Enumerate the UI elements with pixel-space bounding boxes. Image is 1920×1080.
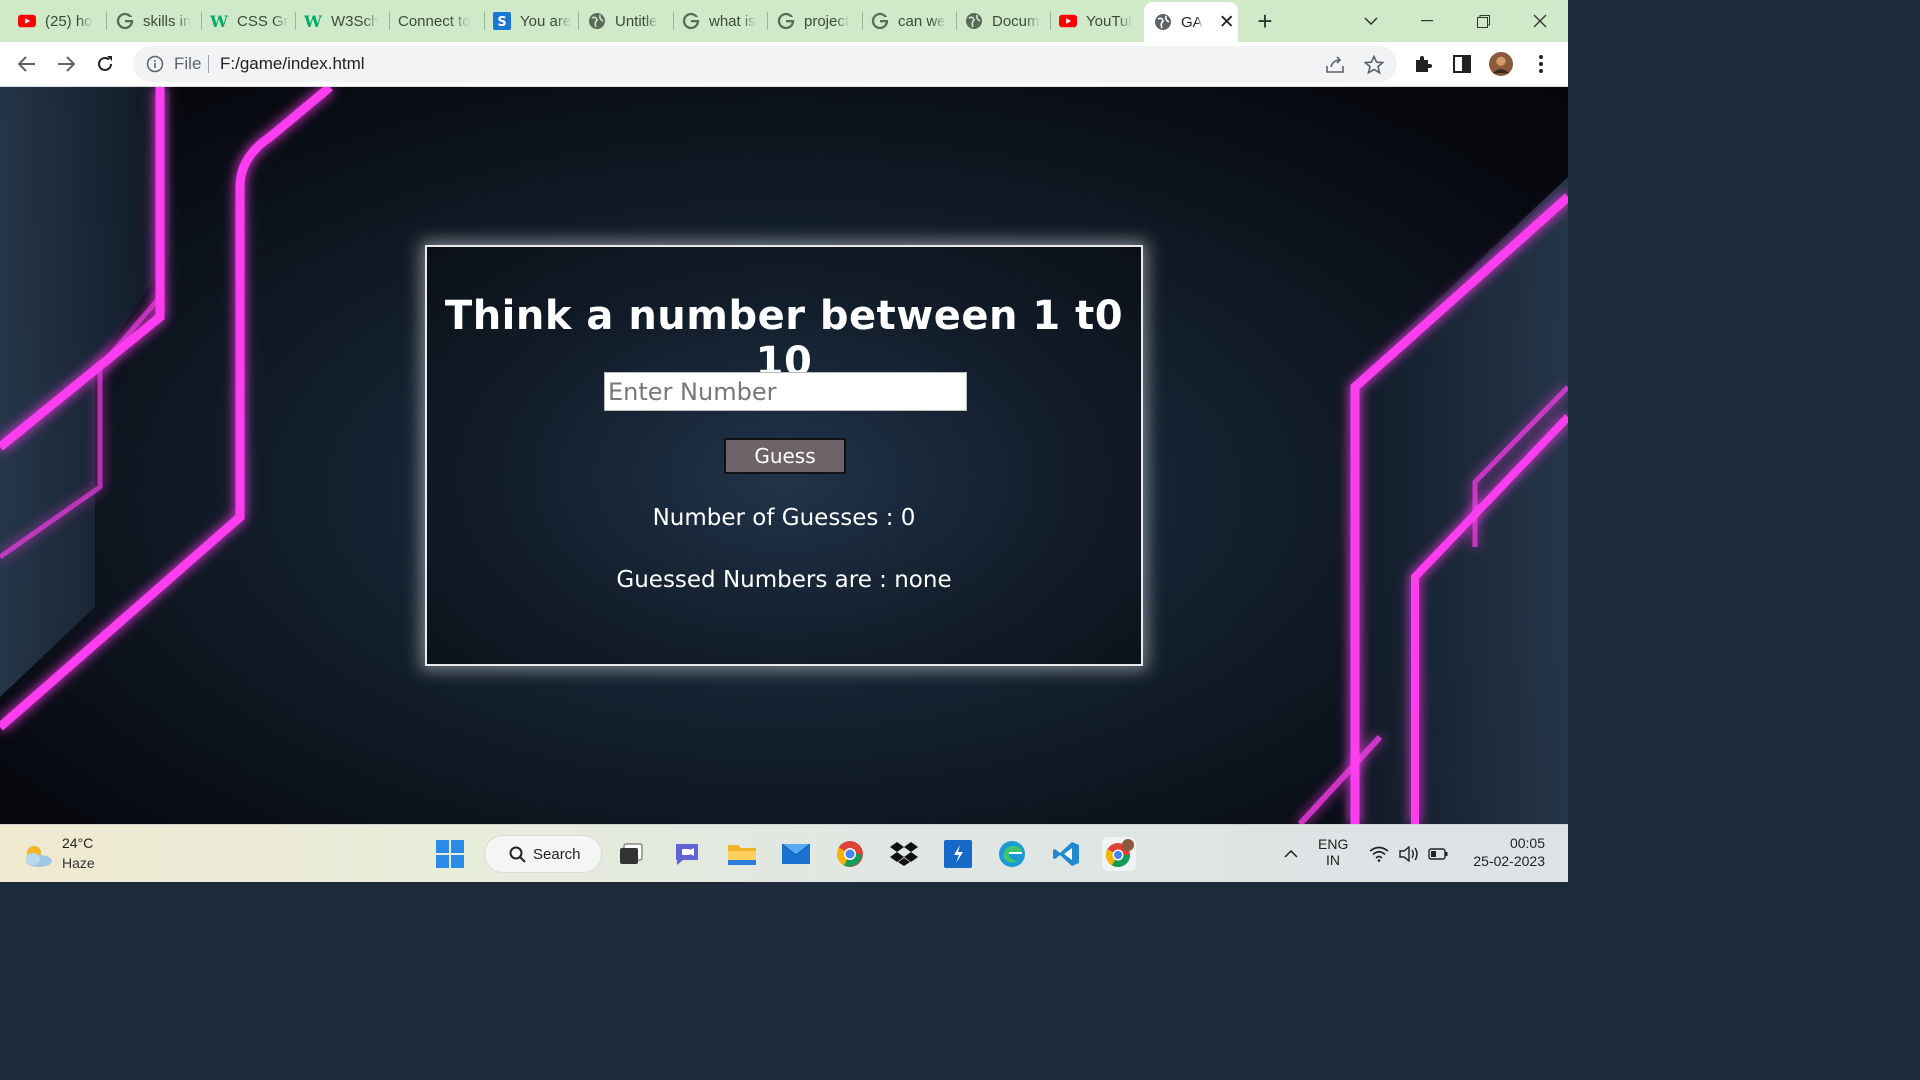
tab-google-3[interactable]: project: [777, 6, 857, 36]
tab-google-2[interactable]: what is: [682, 6, 762, 36]
tab-connect[interactable]: Connect to: [398, 6, 478, 36]
battery-icon[interactable]: [1421, 837, 1455, 871]
tab-document[interactable]: Docum: [965, 6, 1045, 36]
page-viewport: Think a number between 1 t0 10 Guess Num…: [0, 87, 1568, 824]
restore-window-button[interactable]: [1470, 8, 1496, 34]
guess-button[interactable]: Guess: [724, 438, 846, 474]
close-window-button[interactable]: [1527, 8, 1553, 34]
google-icon: [116, 12, 134, 30]
tab-active-game[interactable]: GA ✕: [1144, 2, 1238, 42]
clock-date: 25-02-2023: [1473, 853, 1545, 869]
reload-button[interactable]: [90, 49, 120, 79]
taskbar-search-box[interactable]: Search: [484, 835, 602, 873]
tray-chevron-up-icon[interactable]: [1274, 837, 1308, 871]
vscode-icon[interactable]: [1049, 837, 1083, 871]
svg-text:S: S: [497, 15, 506, 30]
taskbar-search-label: Search: [533, 846, 581, 863]
browser-menu-icon[interactable]: [1529, 52, 1553, 76]
tab-w3schools-2[interactable]: W W3Sch: [304, 6, 384, 36]
search-icon: [509, 846, 527, 869]
youtube-icon: [18, 12, 36, 30]
task-view-icon[interactable]: [614, 837, 648, 871]
guessed-numbers-text: Guessed Numbers are : none: [616, 567, 952, 593]
tab-w3schools-1[interactable]: W CSS Gr: [210, 6, 290, 36]
google-icon: [871, 12, 889, 30]
number-input[interactable]: [604, 372, 967, 411]
close-tab-icon[interactable]: ✕: [1217, 12, 1237, 33]
side-panel-icon[interactable]: [1450, 52, 1474, 76]
tab-untitled[interactable]: Untitle: [588, 6, 668, 36]
new-tab-button[interactable]: +: [1252, 6, 1278, 36]
google-icon: [777, 12, 795, 30]
wifi-icon[interactable]: [1362, 837, 1396, 871]
browser-tab-strip: (25) ho skills in W CSS Gr W W3Sch Conne…: [0, 0, 1568, 42]
forward-button[interactable]: [51, 49, 81, 79]
mail-icon[interactable]: [779, 837, 813, 871]
edge-icon[interactable]: [995, 837, 1029, 871]
globe-icon: [1154, 13, 1172, 31]
w3schools-icon: W: [210, 11, 228, 31]
start-windows-icon[interactable]: [433, 837, 467, 871]
bookmark-star-icon[interactable]: [1363, 54, 1385, 76]
app-s-icon[interactable]: [941, 837, 975, 871]
clock-time: 00:05: [1509, 835, 1545, 851]
extensions-puzzle-icon[interactable]: [1411, 52, 1435, 76]
share-icon[interactable]: [1324, 54, 1346, 76]
browser-toolbar: File F:/game/index.html: [0, 42, 1568, 87]
tab-youtube-2[interactable]: YouTul: [1059, 6, 1139, 36]
tab-you-are[interactable]: S You are: [493, 6, 573, 36]
file-explorer-icon[interactable]: [725, 837, 759, 871]
url-scheme-label: File: [174, 54, 202, 73]
windows-taskbar: 24°C Haze Search ENG IN 00:05 25-02-2023: [0, 824, 1568, 882]
back-button[interactable]: [12, 49, 42, 79]
weather-condition: Haze: [62, 855, 95, 871]
youtube-icon: [1059, 12, 1077, 30]
language-indicator[interactable]: ENG IN: [1318, 836, 1348, 868]
tab-youtube-1[interactable]: (25) ho: [18, 6, 98, 36]
globe-icon: [588, 12, 606, 30]
dropbox-icon[interactable]: [887, 837, 921, 871]
site-info-icon[interactable]: [146, 55, 164, 73]
w3schools-icon: W: [304, 11, 322, 31]
language-code: ENG: [1318, 836, 1349, 852]
chrome-icon[interactable]: [833, 837, 867, 871]
minimize-window-button[interactable]: [1414, 8, 1440, 34]
chrome-profile-icon[interactable]: [1102, 837, 1136, 871]
google-icon: [682, 12, 700, 30]
profile-avatar[interactable]: [1489, 52, 1513, 76]
s-app-icon: S: [493, 12, 511, 30]
guess-count-text: Number of Guesses : 0: [652, 505, 916, 531]
weather-temperature: 24°C: [62, 835, 94, 851]
region-code: IN: [1326, 852, 1340, 868]
weather-cloud-sun-icon: [20, 841, 54, 874]
tab-google-4[interactable]: can we: [871, 6, 951, 36]
address-bar[interactable]: File F:/game/index.html: [133, 46, 1397, 82]
globe-icon: [965, 12, 983, 30]
tab-search-chevron-icon[interactable]: [1358, 8, 1384, 34]
tab-google-1[interactable]: skills in: [116, 6, 196, 36]
url-text[interactable]: F:/game/index.html: [220, 54, 365, 74]
game-card: Think a number between 1 t0 10 Guess Num…: [425, 245, 1143, 666]
clock[interactable]: 00:05 25-02-2023: [1463, 835, 1545, 869]
teams-chat-icon[interactable]: [670, 837, 704, 871]
